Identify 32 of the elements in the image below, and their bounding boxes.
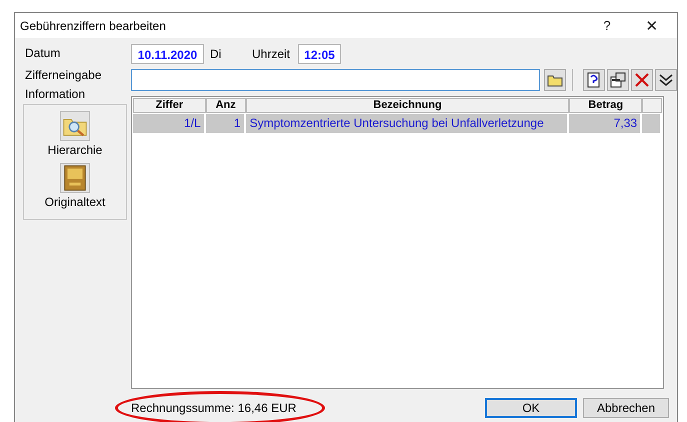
field-label: Datum: [24, 45, 62, 62]
double-chevron-icon[interactable]: [655, 69, 677, 91]
info-label: Originaltext: [44, 195, 106, 209]
input-field[interactable]: [131, 69, 540, 91]
column-header[interactable]: Anz: [206, 98, 246, 113]
book-icon[interactable]: [60, 163, 90, 193]
folder-icon[interactable]: [544, 69, 566, 91]
cancel-button[interactable]: Abbrechen: [583, 398, 669, 418]
folder-search-icon[interactable]: [60, 111, 90, 141]
properties-icon[interactable]: [607, 69, 629, 91]
table-cell: 7,33: [569, 114, 642, 133]
section-label: Information: [24, 86, 86, 102]
column-header[interactable]: Betrag: [569, 98, 642, 113]
weekday-text: Di: [210, 47, 222, 61]
window-title: Gebührenziffern bearbeiten: [20, 18, 167, 32]
delete-icon[interactable]: [631, 69, 653, 91]
invoice-total: Rechnungssumme: 16,46 EUR: [131, 401, 296, 415]
column-header[interactable]: Ziffer: [133, 98, 206, 113]
time-field[interactable]: 12:05: [298, 44, 341, 64]
table-cell: 1: [206, 114, 246, 133]
field-label: Zifferneingabe: [24, 67, 102, 84]
ok-button[interactable]: OK: [485, 398, 577, 418]
table-row[interactable]: 1/L 1 Symptomzentrierte Untersuchung bei Unfallverletzunge 7,33: [133, 114, 662, 133]
column-header[interactable]: Bezeichnung: [246, 98, 570, 113]
field-label: Uhrzeit: [252, 47, 292, 61]
close-button[interactable]: ✕: [627, 13, 677, 38]
help-icon[interactable]: [583, 69, 605, 91]
info-label: Hierarchie: [48, 143, 102, 157]
table-cell: 1/L: [133, 114, 206, 133]
help-button[interactable]: ?: [587, 13, 627, 38]
table-cell: Symptomzentrierte Untersuchung bei Unfallverletzunge: [246, 114, 570, 133]
date-field[interactable]: 10.11.2020: [131, 44, 204, 64]
